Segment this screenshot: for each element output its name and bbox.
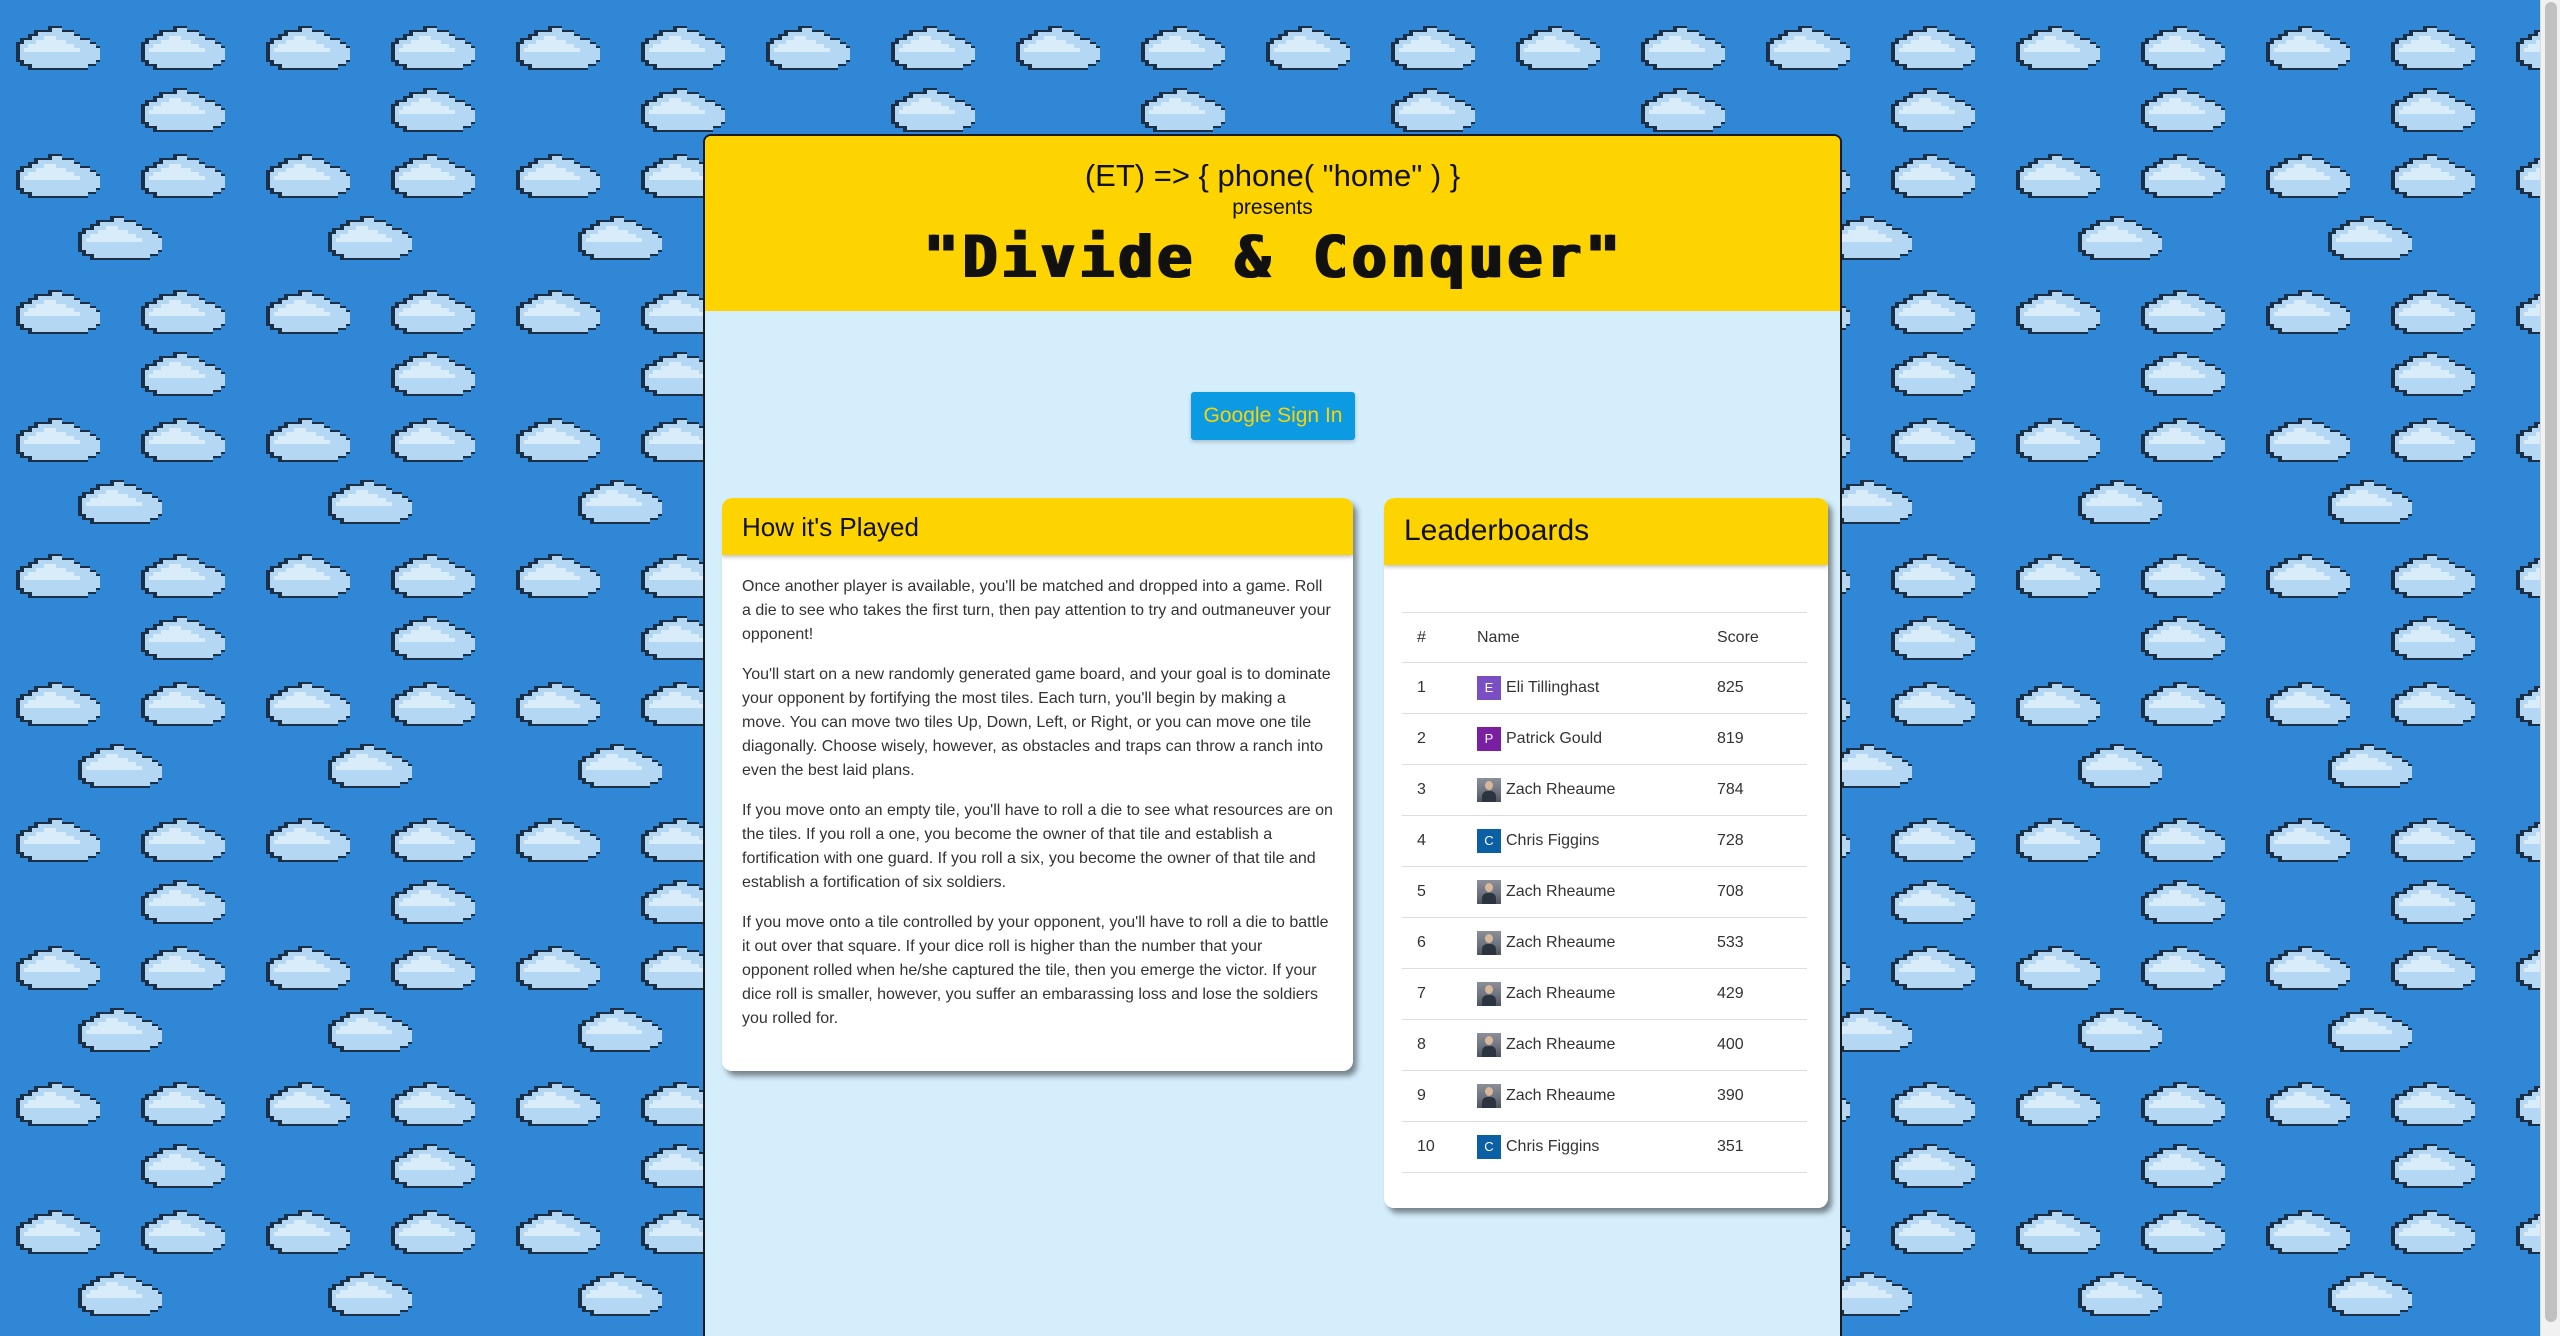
column-header-score: Score xyxy=(1702,612,1807,663)
player-cell: C Chris Figgins xyxy=(1462,1121,1702,1173)
user-photo-icon xyxy=(1477,982,1501,1006)
table-row: 7 Zach Rheaume 429 xyxy=(1402,968,1807,1020)
developer-credit: (ET) => { phone( "home" ) } xyxy=(1084,158,1461,193)
player-name: Zach Rheaume xyxy=(1506,985,1616,1002)
player-name: Zach Rheaume xyxy=(1506,1087,1616,1104)
rank-cell: 2 xyxy=(1402,713,1462,765)
game-title: "Divide & Conquer" xyxy=(922,223,1623,291)
leaderboard-card: Leaderboards # Name Score 1 E Eli Tillingh… xyxy=(1384,498,1828,1208)
score-cell: 400 xyxy=(1702,1019,1807,1071)
player-name: Zach Rheaume xyxy=(1506,781,1616,798)
rules-paragraph: You'll start on a new randomly generated… xyxy=(742,666,1331,779)
user-photo-icon xyxy=(1477,880,1501,904)
user-photo-icon xyxy=(1477,778,1501,802)
player-name: Zach Rheaume xyxy=(1506,883,1616,900)
rank-cell: 6 xyxy=(1402,917,1462,969)
avatar-letter-icon: E xyxy=(1477,676,1501,700)
table-row: 5 Zach Rheaume 708 xyxy=(1402,866,1807,918)
player-cell: C Chris Figgins xyxy=(1462,815,1702,867)
player-cell: Zach Rheaume xyxy=(1462,1019,1702,1071)
score-cell: 784 xyxy=(1702,764,1807,816)
player-name: Zach Rheaume xyxy=(1506,934,1616,951)
score-cell: 429 xyxy=(1702,968,1807,1020)
user-photo-icon xyxy=(1477,1033,1501,1057)
table-row: 10 C Chris Figgins 351 xyxy=(1402,1121,1807,1173)
main-panel: (ET) => { phone( "home" ) } presents "Di… xyxy=(703,134,1842,1336)
rules-paragraph: If you move onto a tile controlled by yo… xyxy=(742,914,1329,1027)
leaderboard-header-row: # Name Score xyxy=(1402,612,1807,663)
avatar-letter-icon: C xyxy=(1477,829,1501,853)
table-row: 6 Zach Rheaume 533 xyxy=(1402,917,1807,969)
avatar-letter-icon: C xyxy=(1477,1135,1501,1159)
player-cell: Zach Rheaume xyxy=(1462,866,1702,918)
rules-paragraph: If you move onto an empty tile, you'll h… xyxy=(742,802,1333,891)
rank-cell: 3 xyxy=(1402,764,1462,816)
rules-paragraph: Once another player is available, you'll… xyxy=(742,578,1331,643)
table-row: 4 C Chris Figgins 728 xyxy=(1402,815,1807,867)
score-cell: 351 xyxy=(1702,1121,1807,1173)
player-name: Eli Tillinghast xyxy=(1506,679,1600,696)
player-cell: E Eli Tillinghast xyxy=(1462,662,1702,714)
score-cell: 708 xyxy=(1702,866,1807,918)
user-photo-icon xyxy=(1477,1084,1501,1108)
rank-cell: 10 xyxy=(1402,1121,1462,1173)
player-cell: Zach Rheaume xyxy=(1462,968,1702,1020)
table-row: 1 E Eli Tillinghast 825 xyxy=(1402,662,1807,714)
rank-cell: 4 xyxy=(1402,815,1462,867)
header-banner: (ET) => { phone( "home" ) } presents "Di… xyxy=(705,136,1840,311)
user-photo-icon xyxy=(1477,931,1501,955)
score-cell: 533 xyxy=(1702,917,1807,969)
player-cell: Zach Rheaume xyxy=(1462,1070,1702,1122)
player-cell: Zach Rheaume xyxy=(1462,764,1702,816)
table-row: 8 Zach Rheaume 400 xyxy=(1402,1019,1807,1071)
table-row: 3 Zach Rheaume 784 xyxy=(1402,764,1807,816)
how-to-play-card: How it's Played Once another player is a… xyxy=(722,498,1353,1071)
rank-cell: 5 xyxy=(1402,866,1462,918)
score-cell: 819 xyxy=(1702,713,1807,765)
rank-cell: 8 xyxy=(1402,1019,1462,1071)
column-header-rank: # xyxy=(1402,612,1462,663)
leaderboard-table: # Name Score 1 E Eli Tillinghast 825 2 P Patri… xyxy=(1402,612,1807,1173)
avatar-letter-icon: P xyxy=(1477,727,1501,751)
rank-cell: 7 xyxy=(1402,968,1462,1020)
player-cell: Zach Rheaume xyxy=(1462,917,1702,969)
leaderboard-rows: 1 E Eli Tillinghast 825 2 P Patrick Gould 819 3 Z… xyxy=(1402,662,1807,1173)
player-name: Patrick Gould xyxy=(1506,730,1603,747)
table-row: 9 Zach Rheaume 390 xyxy=(1402,1070,1807,1122)
score-cell: 825 xyxy=(1702,662,1807,714)
table-row: 2 P Patrick Gould 819 xyxy=(1402,713,1807,765)
rank-cell: 1 xyxy=(1402,662,1462,714)
how-to-play-body: Once another player is available, you'll… xyxy=(722,555,1353,1031)
leaderboard-title: Leaderboards xyxy=(1384,498,1828,565)
score-cell: 390 xyxy=(1702,1070,1807,1122)
player-cell: P Patrick Gould xyxy=(1462,713,1702,765)
how-to-play-title: How it's Played xyxy=(722,498,1353,555)
score-cell: 728 xyxy=(1702,815,1807,867)
column-header-name: Name xyxy=(1462,612,1702,663)
player-name: Chris Figgins xyxy=(1506,832,1600,849)
player-name: Chris Figgins xyxy=(1506,1138,1600,1155)
page-scrollbar[interactable] xyxy=(2540,0,2560,1336)
rank-cell: 9 xyxy=(1402,1070,1462,1122)
player-name: Zach Rheaume xyxy=(1506,1036,1616,1053)
presents-label: presents xyxy=(1232,196,1313,219)
google-sign-in-button[interactable]: Google Sign In xyxy=(1191,392,1355,440)
scrollbar-thumb[interactable] xyxy=(2545,2,2557,1322)
